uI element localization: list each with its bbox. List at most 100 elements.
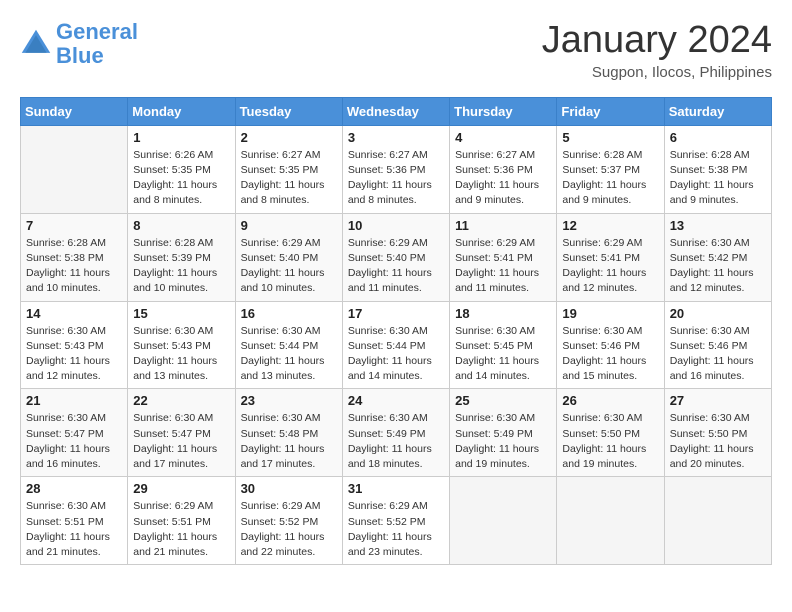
day-info: Sunrise: 6:30 AM Sunset: 5:46 PM Dayligh… <box>562 324 658 385</box>
day-number: 27 <box>670 393 766 408</box>
location-subtitle: Sugpon, Ilocos, Philippines <box>542 64 772 81</box>
day-info: Sunrise: 6:26 AM Sunset: 5:35 PM Dayligh… <box>133 148 229 209</box>
logo-icon <box>20 28 52 60</box>
day-info: Sunrise: 6:29 AM Sunset: 5:51 PM Dayligh… <box>133 499 229 560</box>
day-info: Sunrise: 6:30 AM Sunset: 5:45 PM Dayligh… <box>455 324 551 385</box>
day-number: 17 <box>348 306 444 321</box>
day-info: Sunrise: 6:30 AM Sunset: 5:43 PM Dayligh… <box>26 324 122 385</box>
calendar-cell: 15 Sunrise: 6:30 AM Sunset: 5:43 PM Dayli… <box>128 301 235 389</box>
calendar-cell: 27 Sunrise: 6:30 AM Sunset: 5:50 PM Dayli… <box>664 389 771 477</box>
day-info: Sunrise: 6:30 AM Sunset: 5:44 PM Dayligh… <box>241 324 337 385</box>
column-header-friday: Friday <box>557 97 664 125</box>
day-number: 22 <box>133 393 229 408</box>
day-info: Sunrise: 6:30 AM Sunset: 5:46 PM Dayligh… <box>670 324 766 385</box>
day-info: Sunrise: 6:30 AM Sunset: 5:51 PM Dayligh… <box>26 499 122 560</box>
calendar-cell: 17 Sunrise: 6:30 AM Sunset: 5:44 PM Dayli… <box>342 301 449 389</box>
day-info: Sunrise: 6:30 AM Sunset: 5:49 PM Dayligh… <box>348 411 444 472</box>
day-number: 18 <box>455 306 551 321</box>
calendar-cell: 22Sunrise: 6:30 AM Sunset: 5:47 PM Dayli… <box>128 389 235 477</box>
day-number: 26 <box>562 393 658 408</box>
calendar-cell: 21 Sunrise: 6:30 AM Sunset: 5:47 PM Dayli… <box>21 389 128 477</box>
calendar-cell: 24 Sunrise: 6:30 AM Sunset: 5:49 PM Dayli… <box>342 389 449 477</box>
day-number: 21 <box>26 393 122 408</box>
calendar-cell: 13 Sunrise: 6:30 AM Sunset: 5:42 PM Dayli… <box>664 213 771 301</box>
calendar-cell: 18 Sunrise: 6:30 AM Sunset: 5:45 PM Dayli… <box>450 301 557 389</box>
day-info: Sunrise: 6:29 AM Sunset: 5:40 PM Dayligh… <box>348 236 444 297</box>
day-number: 9 <box>241 218 337 233</box>
day-number: 10 <box>348 218 444 233</box>
day-number: 13 <box>670 218 766 233</box>
calendar-cell: 5Sunrise: 6:28 AM Sunset: 5:37 PM Daylig… <box>557 125 664 213</box>
calendar-cell: 31 Sunrise: 6:29 AM Sunset: 5:52 PM Dayli… <box>342 477 449 565</box>
calendar-week-1: 1 Sunrise: 6:26 AM Sunset: 5:35 PM Daylig… <box>21 125 772 213</box>
calendar-cell: 25Sunrise: 6:30 AM Sunset: 5:49 PM Dayli… <box>450 389 557 477</box>
column-header-thursday: Thursday <box>450 97 557 125</box>
calendar-cell: 8 Sunrise: 6:28 AM Sunset: 5:39 PM Daylig… <box>128 213 235 301</box>
month-title: January 2024 <box>542 20 772 62</box>
day-number: 8 <box>133 218 229 233</box>
day-number: 16 <box>241 306 337 321</box>
column-header-saturday: Saturday <box>664 97 771 125</box>
calendar-cell: 10 Sunrise: 6:29 AM Sunset: 5:40 PM Dayli… <box>342 213 449 301</box>
day-number: 24 <box>348 393 444 408</box>
day-info: Sunrise: 6:30 AM Sunset: 5:43 PM Dayligh… <box>133 324 229 385</box>
day-info: Sunrise: 6:27 AM Sunset: 5:35 PM Dayligh… <box>241 148 337 209</box>
calendar-cell: 30Sunrise: 6:29 AM Sunset: 5:52 PM Dayli… <box>235 477 342 565</box>
day-info: Sunrise: 6:27 AM Sunset: 5:36 PM Dayligh… <box>348 148 444 209</box>
day-number: 3 <box>348 130 444 145</box>
calendar-cell: 6Sunrise: 6:28 AM Sunset: 5:38 PM Daylig… <box>664 125 771 213</box>
calendar-cell <box>557 477 664 565</box>
day-info: Sunrise: 6:30 AM Sunset: 5:44 PM Dayligh… <box>348 324 444 385</box>
day-number: 15 <box>133 306 229 321</box>
day-info: Sunrise: 6:28 AM Sunset: 5:38 PM Dayligh… <box>26 236 122 297</box>
calendar-table: SundayMondayTuesdayWednesdayThursdayFrid… <box>20 97 772 565</box>
day-info: Sunrise: 6:29 AM Sunset: 5:40 PM Dayligh… <box>241 236 337 297</box>
calendar-cell: 23Sunrise: 6:30 AM Sunset: 5:48 PM Dayli… <box>235 389 342 477</box>
day-info: Sunrise: 6:30 AM Sunset: 5:47 PM Dayligh… <box>26 411 122 472</box>
calendar-header-row: SundayMondayTuesdayWednesdayThursdayFrid… <box>21 97 772 125</box>
day-number: 19 <box>562 306 658 321</box>
calendar-cell: 20 Sunrise: 6:30 AM Sunset: 5:46 PM Dayli… <box>664 301 771 389</box>
calendar-week-5: 28 Sunrise: 6:30 AM Sunset: 5:51 PM Dayli… <box>21 477 772 565</box>
day-number: 20 <box>670 306 766 321</box>
calendar-cell: 26 Sunrise: 6:30 AM Sunset: 5:50 PM Dayli… <box>557 389 664 477</box>
day-number: 28 <box>26 481 122 496</box>
column-header-sunday: Sunday <box>21 97 128 125</box>
calendar-cell: 16 Sunrise: 6:30 AM Sunset: 5:44 PM Dayli… <box>235 301 342 389</box>
day-number: 12 <box>562 218 658 233</box>
title-block: January 2024 Sugpon, Ilocos, Philippines <box>542 20 772 81</box>
day-info: Sunrise: 6:28 AM Sunset: 5:39 PM Dayligh… <box>133 236 229 297</box>
day-number: 4 <box>455 130 551 145</box>
calendar-week-3: 14 Sunrise: 6:30 AM Sunset: 5:43 PM Dayli… <box>21 301 772 389</box>
logo: General Blue <box>20 20 138 68</box>
day-info: Sunrise: 6:30 AM Sunset: 5:50 PM Dayligh… <box>670 411 766 472</box>
day-number: 6 <box>670 130 766 145</box>
day-info: Sunrise: 6:30 AM Sunset: 5:42 PM Dayligh… <box>670 236 766 297</box>
calendar-cell: 9 Sunrise: 6:29 AM Sunset: 5:40 PM Daylig… <box>235 213 342 301</box>
calendar-cell: 14 Sunrise: 6:30 AM Sunset: 5:43 PM Dayli… <box>21 301 128 389</box>
page-header: General Blue January 2024 Sugpon, Ilocos… <box>20 20 772 81</box>
calendar-cell: 19 Sunrise: 6:30 AM Sunset: 5:46 PM Dayli… <box>557 301 664 389</box>
calendar-cell <box>21 125 128 213</box>
day-info: Sunrise: 6:27 AM Sunset: 5:36 PM Dayligh… <box>455 148 551 209</box>
calendar-cell <box>664 477 771 565</box>
logo-text: General Blue <box>56 20 138 68</box>
calendar-cell: 29Sunrise: 6:29 AM Sunset: 5:51 PM Dayli… <box>128 477 235 565</box>
column-header-monday: Monday <box>128 97 235 125</box>
calendar-cell: 28 Sunrise: 6:30 AM Sunset: 5:51 PM Dayli… <box>21 477 128 565</box>
day-info: Sunrise: 6:30 AM Sunset: 5:50 PM Dayligh… <box>562 411 658 472</box>
calendar-week-2: 7 Sunrise: 6:28 AM Sunset: 5:38 PM Daylig… <box>21 213 772 301</box>
calendar-cell: 3 Sunrise: 6:27 AM Sunset: 5:36 PM Daylig… <box>342 125 449 213</box>
day-info: Sunrise: 6:29 AM Sunset: 5:52 PM Dayligh… <box>348 499 444 560</box>
day-number: 25 <box>455 393 551 408</box>
calendar-cell: 1 Sunrise: 6:26 AM Sunset: 5:35 PM Daylig… <box>128 125 235 213</box>
day-number: 31 <box>348 481 444 496</box>
day-number: 14 <box>26 306 122 321</box>
column-header-wednesday: Wednesday <box>342 97 449 125</box>
day-number: 7 <box>26 218 122 233</box>
day-number: 1 <box>133 130 229 145</box>
column-header-tuesday: Tuesday <box>235 97 342 125</box>
calendar-cell <box>450 477 557 565</box>
day-number: 30 <box>241 481 337 496</box>
calendar-cell: 11Sunrise: 6:29 AM Sunset: 5:41 PM Dayli… <box>450 213 557 301</box>
